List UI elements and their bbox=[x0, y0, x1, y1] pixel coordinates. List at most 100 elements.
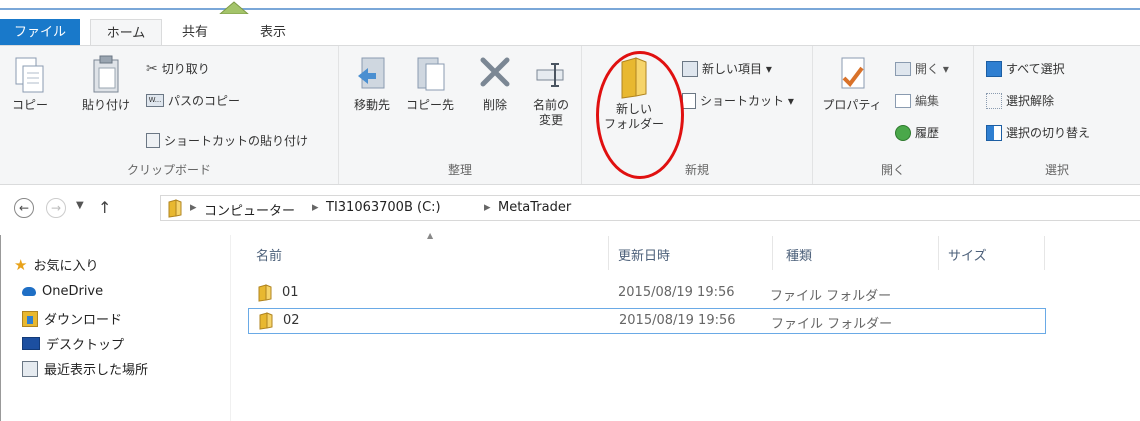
select-none-button[interactable]: 選択解除 bbox=[986, 92, 1054, 109]
breadcrumb-drive[interactable]: TI31063700B (C:) bbox=[326, 200, 441, 215]
copy-path-button[interactable]: W... パスのコピー bbox=[146, 92, 240, 109]
rename-label-2: 変更 bbox=[538, 113, 563, 127]
invert-selection-button[interactable]: 選択の切り替え bbox=[986, 124, 1090, 141]
address-box[interactable] bbox=[160, 195, 1140, 221]
select-group-label: 選択 bbox=[1044, 163, 1069, 177]
file-modified: 2015/08/19 19:56 bbox=[619, 313, 736, 328]
select-all-icon bbox=[986, 60, 1002, 77]
breadcrumb-metatrader[interactable]: MetaTrader bbox=[498, 200, 571, 215]
ribbon-tab-bar: ファイル ホーム 共有 表示 bbox=[0, 0, 1140, 47]
edit-label: 編集 bbox=[915, 94, 940, 108]
paste-button[interactable]: 貼り付け bbox=[78, 54, 134, 113]
forward-arrow-icon: → bbox=[50, 201, 62, 215]
new-item-button[interactable]: 新しい項目 ▾ bbox=[682, 60, 772, 77]
copy-label: コピー bbox=[11, 98, 48, 112]
tab-file[interactable]: ファイル bbox=[0, 19, 80, 46]
file-row-selected[interactable]: 02 2015/08/19 19:56 ファイル フォルダー bbox=[248, 308, 1046, 334]
desktop-icon bbox=[22, 337, 40, 350]
nav-recent-label: 最近表示した場所 bbox=[44, 363, 149, 378]
open-label: 開く ▾ bbox=[915, 62, 949, 76]
move-to-button[interactable]: 移動先 bbox=[347, 54, 397, 113]
breadcrumb-separator-icon: ▸ bbox=[312, 200, 319, 215]
edit-icon bbox=[895, 93, 911, 108]
forward-button[interactable]: → bbox=[46, 198, 66, 218]
rename-button[interactable]: 名前の 変更 bbox=[527, 54, 575, 128]
move-to-icon bbox=[358, 57, 385, 89]
move-to-label: 移動先 bbox=[353, 98, 390, 112]
open-button[interactable]: 開く ▾ bbox=[895, 60, 949, 77]
column-header-name[interactable]: 名前 bbox=[256, 245, 282, 264]
breadcrumb-computer[interactable]: コンピューター bbox=[204, 200, 295, 219]
select-group: すべて選択 選択解除 選択の切り替え 選択 bbox=[974, 46, 1140, 184]
shortcut-button[interactable]: ショートカット ▾ bbox=[682, 92, 794, 109]
tab-view[interactable]: 表示 bbox=[248, 19, 298, 46]
scissors-icon: ✂ bbox=[146, 60, 158, 77]
edit-button[interactable]: 編集 bbox=[895, 92, 939, 109]
folder-icon bbox=[168, 199, 182, 218]
rename-label-1: 名前の bbox=[532, 98, 569, 112]
file-name: 02 bbox=[283, 313, 300, 328]
up-button[interactable]: ↑ bbox=[98, 198, 111, 217]
shortcut-label: ショートカット ▾ bbox=[700, 94, 794, 108]
nav-onedrive-label: OneDrive bbox=[42, 284, 104, 299]
back-button[interactable]: ← bbox=[14, 198, 34, 218]
new-item-icon bbox=[682, 60, 698, 77]
nav-downloads[interactable]: ダウンロード bbox=[22, 309, 122, 328]
select-all-button[interactable]: すべて選択 bbox=[986, 60, 1065, 77]
folder-icon bbox=[258, 284, 272, 302]
nav-desktop[interactable]: デスクトップ bbox=[22, 334, 124, 353]
copy-path-icon: W... bbox=[146, 94, 164, 107]
nav-desktop-label: デスクトップ bbox=[46, 338, 125, 353]
column-header-type[interactable]: 種類 bbox=[786, 245, 812, 264]
copy-to-label: コピー先 bbox=[405, 98, 454, 112]
select-all-label: すべて選択 bbox=[1006, 62, 1065, 76]
up-arrow-icon: ↑ bbox=[98, 198, 112, 217]
copy-path-label: パスのコピー bbox=[168, 94, 241, 108]
recent-places-icon bbox=[22, 360, 38, 377]
column-header-size[interactable]: サイズ bbox=[948, 245, 987, 264]
file-type: ファイル フォルダー bbox=[770, 289, 892, 304]
sort-ascending-icon: ▲ bbox=[427, 231, 434, 240]
window-top-border bbox=[0, 0, 1140, 10]
cut-button[interactable]: ✂ 切り取り bbox=[146, 60, 210, 77]
column-header-modified[interactable]: 更新日時 bbox=[618, 245, 670, 264]
nav-onedrive[interactable]: OneDrive bbox=[22, 284, 103, 299]
paste-shortcut-button[interactable]: ショートカットの貼り付け bbox=[146, 132, 308, 149]
copy-button[interactable]: コピー bbox=[8, 54, 52, 113]
ribbon: コピー 貼り付け ✂ 切り取り W... パスのコピー ショートカットの貼り付け… bbox=[0, 45, 1140, 185]
recent-locations-dropdown[interactable]: ▼ bbox=[76, 200, 84, 211]
new-item-label: 新しい項目 ▾ bbox=[702, 62, 772, 76]
organize-group: 移動先 コピー先 削除 名前の 変更 整理 bbox=[339, 46, 582, 184]
file-modified: 2015/08/19 19:56 bbox=[618, 285, 735, 300]
back-arrow-icon: ← bbox=[18, 201, 30, 215]
column-divider bbox=[608, 236, 609, 270]
paste-shortcut-label: ショートカットの貼り付け bbox=[164, 134, 309, 148]
address-bar: ← → ▼ ↑ ▸ コンピューター ▸ TI31063700B (C:) ▸ M… bbox=[0, 195, 1140, 223]
nav-recent[interactable]: 最近表示した場所 bbox=[22, 359, 148, 378]
copy-icon bbox=[15, 57, 44, 93]
properties-icon bbox=[841, 57, 865, 89]
shortcut-icon bbox=[682, 92, 696, 109]
select-none-icon bbox=[986, 92, 1002, 109]
breadcrumb-separator-icon: ▸ bbox=[484, 200, 491, 215]
copy-to-button[interactable]: コピー先 bbox=[403, 54, 457, 113]
delete-x-icon bbox=[480, 57, 510, 87]
downloads-folder-icon bbox=[22, 310, 38, 327]
tab-share[interactable]: 共有 bbox=[170, 19, 220, 46]
cursor-arrow-icon bbox=[219, 1, 249, 14]
nav-favorites-label: お気に入り bbox=[33, 259, 99, 274]
chevron-down-icon: ▼ bbox=[76, 200, 84, 211]
delete-button[interactable]: 削除 bbox=[475, 54, 515, 113]
folder-icon bbox=[259, 312, 273, 330]
window-left-border bbox=[0, 235, 1, 421]
history-button[interactable]: 履歴 bbox=[895, 124, 939, 141]
open-icon bbox=[895, 61, 911, 76]
nav-favorites[interactable]: ★ お気に入り bbox=[14, 255, 99, 275]
invert-selection-label: 選択の切り替え bbox=[1006, 126, 1091, 140]
paste-shortcut-icon bbox=[146, 133, 160, 148]
select-none-label: 選択解除 bbox=[1006, 94, 1055, 108]
tab-home[interactable]: ホーム bbox=[90, 19, 162, 47]
file-row[interactable]: 01 2015/08/19 19:56 ファイル フォルダー bbox=[248, 280, 1046, 306]
file-name: 01 bbox=[282, 285, 299, 300]
properties-button[interactable]: プロパティ bbox=[817, 54, 887, 113]
